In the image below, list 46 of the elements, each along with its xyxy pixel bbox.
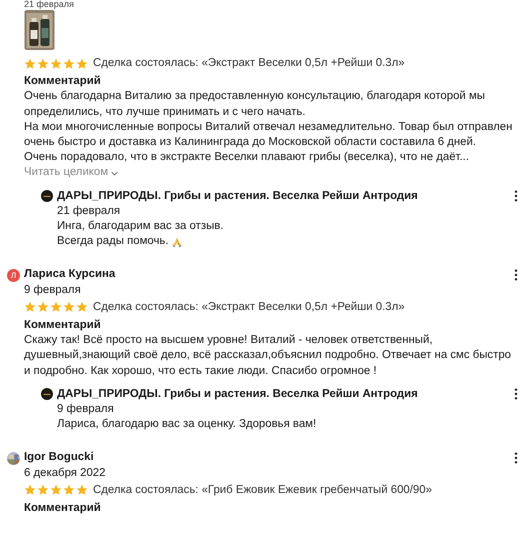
review-date: 21 февраля: [24, 0, 75, 8]
author-name[interactable]: Igor Bogucki: [24, 450, 94, 466]
reply-text: Лариса, благодарю вас за оценку. Здоровья вам!: [57, 417, 316, 432]
star-icon: [76, 484, 88, 496]
star-icon: [24, 58, 36, 70]
star-icon: [37, 301, 49, 314]
deal-text: Сделка состоялась: «Экстракт Веселки 0,5л +Рейши 0.3л»: [93, 56, 405, 71]
star-icon: [37, 58, 49, 70]
star-icon: [63, 301, 75, 314]
shop-logo-icon: [41, 388, 53, 400]
more-icon[interactable]: [514, 190, 518, 202]
user-avatar: Л: [7, 268, 20, 282]
comment-heading: Комментарий: [24, 501, 102, 516]
shop-name[interactable]: ДАРЫ_ПРИРОДЫ. Грибы и растения. Веселка Рейши Антродия: [57, 188, 418, 204]
reply-text: Инга, благодарим вас за отзыв.: [57, 219, 224, 234]
star-icon: [63, 484, 75, 496]
review-date: 9 февраля: [24, 282, 82, 298]
more-icon[interactable]: [514, 388, 518, 400]
star-icon: [76, 58, 88, 70]
star-icon: [50, 58, 62, 70]
star-icon: [24, 484, 36, 496]
comment-text: На мои многочисленные вопросы Виталий отвечал незамедлительно. Товар был отправлен очень быстро и доставка из Калининграда до Московской области составила 6 дней.: [24, 120, 514, 150]
review-date: 6 декабря 2022: [24, 466, 106, 481]
read-more-link[interactable]: Читать целиком: [24, 165, 118, 181]
star-icon: [37, 484, 49, 496]
shop-name[interactable]: ДАРЫ_ПРИРОДЫ. Грибы и растения. Веселка Рейши Антродия: [57, 386, 418, 402]
chevron-down-icon: [111, 170, 118, 176]
comment-heading: Комментарий: [24, 74, 102, 90]
star-icon: [63, 58, 75, 70]
reply-date: 9 февраля: [57, 402, 115, 418]
star-icon: [24, 301, 36, 314]
comment-text: Очень порадовало, что в экстракте Веселки плавают грибы (веселка), что не даёт...: [24, 150, 470, 166]
star-icon: [50, 484, 62, 496]
author-name[interactable]: Лариса Курсина: [24, 267, 116, 283]
more-icon[interactable]: [514, 269, 518, 282]
comment-text: Очень благодарна Виталию за предоставленную консультацию, благодаря которой мы определились, что лучше принимать и с чего начать.: [24, 89, 486, 120]
star-icon: [76, 301, 88, 314]
comment-heading: Комментарий: [24, 318, 102, 334]
more-icon[interactable]: [514, 452, 518, 464]
deal-text: Сделка состоялась: «Экстракт Веселки 0,5л +Рейши 0.3л»: [93, 300, 405, 315]
deal-text: Сделка состоялась: «Гриб Ежовик Ежевик гребенчатый 600/90»: [93, 482, 432, 498]
star-icon: [50, 301, 62, 314]
comment-text: Скажу так! Всё просто на высшем уровне! Виталий - человек ответственный, душевный,знающий своё дело, всё рассказал,объяснил подробно. Отвечает на смс быстро и подробно. Как хорошо, что есть такие люди. Спасибо огромное !: [24, 333, 512, 379]
reply-date: 21 февраля: [57, 204, 122, 219]
reply-text: Всегда рады помочь.: [57, 234, 169, 250]
shop-logo-icon: [41, 190, 53, 202]
